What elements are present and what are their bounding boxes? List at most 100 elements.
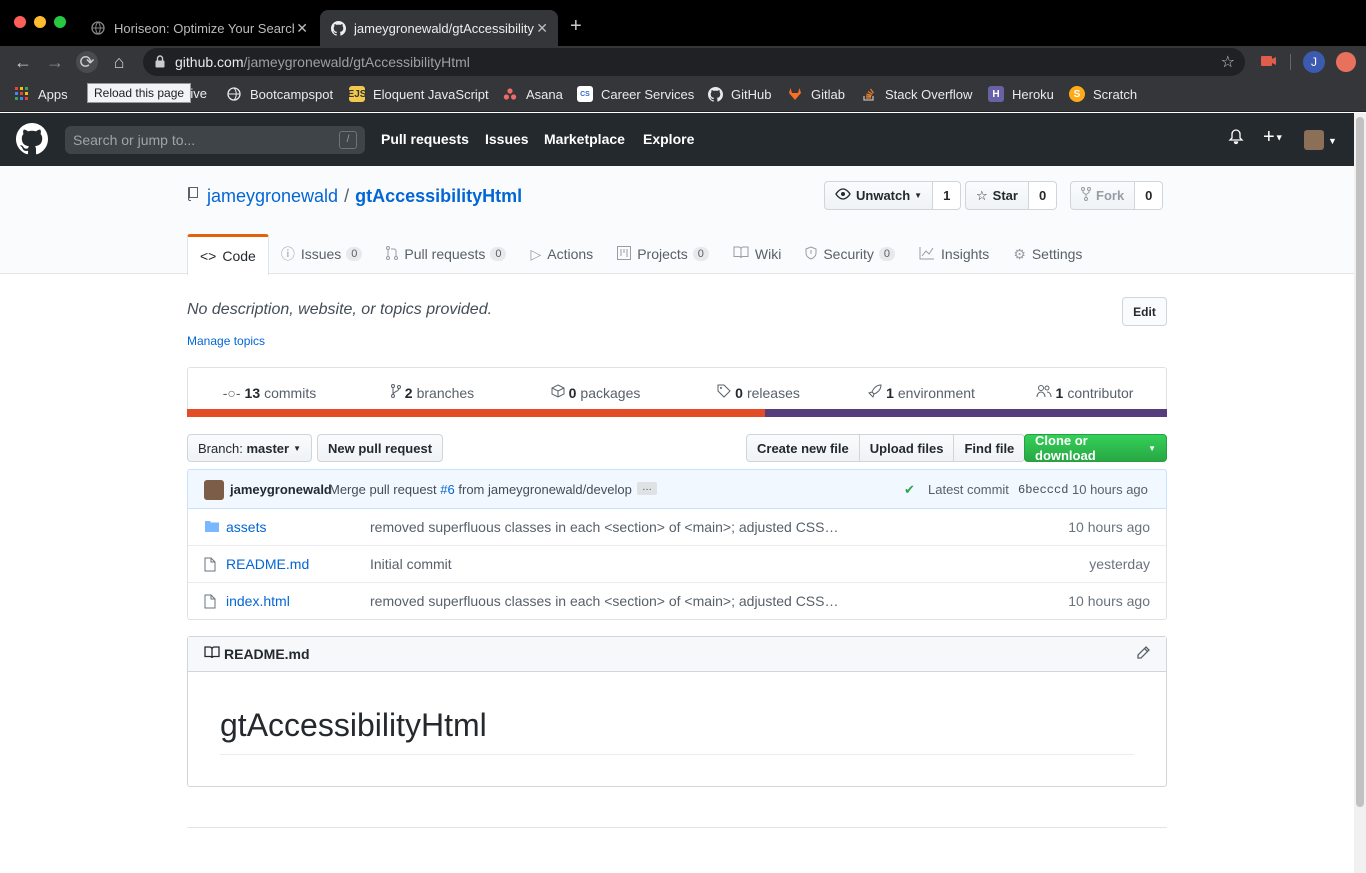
tab-actions[interactable]: ▷ Actions: [518, 234, 605, 274]
repo-owner-link[interactable]: jameygronewald: [207, 186, 338, 207]
file-name-link[interactable]: index.html: [226, 593, 290, 609]
shield-icon: [805, 245, 817, 263]
create-new-plus-icon[interactable]: +▼: [1263, 126, 1284, 149]
file-list: assets removed superfluous classes in ea…: [187, 508, 1167, 620]
table-row[interactable]: README.md Initial commit yesterday: [188, 545, 1166, 582]
update-icon[interactable]: [1336, 52, 1356, 72]
url-text: github.com/jameygronewald/gtAccessibilit…: [175, 54, 470, 70]
author-avatar[interactable]: [204, 480, 224, 500]
code-icon: <>: [200, 248, 217, 264]
close-window-button[interactable]: [14, 16, 26, 28]
commit-sha-link[interactable]: 6becccd: [1018, 483, 1068, 497]
scrollbar-thumb[interactable]: [1356, 117, 1364, 807]
minimize-window-button[interactable]: [34, 16, 46, 28]
new-pull-request-button[interactable]: New pull request: [317, 434, 444, 462]
pencil-icon[interactable]: [1136, 646, 1150, 663]
tab-settings[interactable]: ⚙ Settings: [1001, 234, 1094, 274]
manage-topics-link[interactable]: Manage topics: [187, 334, 265, 348]
slash-key-hint: /: [339, 131, 357, 149]
file-commit-message[interactable]: removed superfluous classes in each <sec…: [370, 593, 838, 609]
close-tab-icon[interactable]: ✕: [536, 20, 548, 37]
nav-marketplace[interactable]: Marketplace: [544, 131, 625, 147]
home-icon[interactable]: ⌂: [108, 51, 130, 73]
edit-description-button[interactable]: Edit: [1122, 297, 1167, 326]
fork-icon: [1081, 187, 1091, 204]
bookmark-label: Career Services: [601, 86, 695, 102]
tab-projects[interactable]: Projects 0: [605, 234, 721, 274]
bookmark-star-icon[interactable]: ☆: [1221, 52, 1235, 72]
file-commit-message[interactable]: removed superfluous classes in each <sec…: [370, 519, 838, 535]
bookmark-scratch[interactable]: S Scratch: [1069, 86, 1137, 102]
close-tab-icon[interactable]: ✕: [296, 20, 308, 37]
back-icon[interactable]: ←: [12, 51, 34, 73]
maximize-window-button[interactable]: [54, 16, 66, 28]
bookmark-eloquent-js[interactable]: EJS Eloquent JavaScript: [348, 86, 489, 102]
nav-pull-requests[interactable]: Pull requests: [381, 131, 469, 147]
expand-commit-ellipsis-button[interactable]: …: [637, 482, 657, 495]
browser-tab-horiseon[interactable]: Horiseon: Optimize Your Search ✕: [80, 10, 318, 46]
star-button[interactable]: ☆ Star: [965, 181, 1029, 210]
bookmark-label: Apps: [38, 86, 68, 102]
people-icon: [1036, 384, 1052, 401]
pr-link[interactable]: #6: [440, 482, 454, 497]
table-row[interactable]: assets removed superfluous classes in ea…: [188, 508, 1166, 545]
address-bar[interactable]: github.com/jameygronewald/gtAccessibilit…: [143, 48, 1245, 76]
upload-files-button[interactable]: Upload files: [859, 434, 955, 462]
bookmark-gitlab[interactable]: Gitlab: [787, 86, 845, 102]
branch-select-button[interactable]: Branch: master ▼: [187, 434, 312, 462]
repo-title: jameygronewald / gtAccessibilityHtml: [187, 186, 522, 207]
bookmark-apps[interactable]: Apps: [14, 86, 68, 102]
bookmark-github[interactable]: GitHub: [707, 86, 771, 102]
stackoverflow-icon: [861, 86, 877, 102]
global-search[interactable]: /: [65, 126, 365, 154]
find-file-button[interactable]: Find file: [954, 434, 1026, 462]
repo-name-link[interactable]: gtAccessibilityHtml: [355, 186, 522, 207]
file-commit-message[interactable]: Initial commit: [370, 556, 452, 572]
tab-code[interactable]: <> Code: [187, 234, 269, 275]
unwatch-button[interactable]: Unwatch ▼: [824, 181, 934, 210]
tab-security[interactable]: Security 0: [793, 234, 907, 274]
table-row[interactable]: index.html removed superfluous classes i…: [188, 582, 1166, 619]
language-bar[interactable]: [187, 409, 1167, 417]
search-input[interactable]: [65, 126, 325, 154]
latest-commit-bar: jameygronewald Merge pull request #6 fro…: [187, 469, 1167, 509]
new-tab-icon[interactable]: +: [570, 15, 582, 38]
forks-count[interactable]: 0: [1135, 181, 1164, 210]
file-name-link[interactable]: README.md: [226, 556, 309, 572]
forward-icon[interactable]: →: [44, 51, 66, 73]
nav-explore[interactable]: Explore: [643, 131, 694, 147]
tab-pull-requests[interactable]: Pull requests 0: [374, 234, 518, 274]
clone-or-download-button[interactable]: Clone or download ▼: [1024, 433, 1167, 463]
watchers-count[interactable]: 1: [933, 181, 962, 210]
notifications-bell-icon[interactable]: [1228, 129, 1244, 150]
bookmark-bootcampspot[interactable]: Bootcampspot: [226, 86, 333, 102]
bookmark-label: Heroku: [1012, 86, 1054, 102]
create-new-file-button[interactable]: Create new file: [746, 434, 860, 462]
stargazers-count[interactable]: 0: [1028, 181, 1058, 210]
folder-icon: [204, 519, 220, 536]
tab-issues[interactable]: ⓘ Issues 0: [269, 234, 375, 274]
reload-icon[interactable]: ⟳: [76, 51, 98, 73]
file-name-link[interactable]: assets: [226, 519, 266, 535]
bookmark-asana[interactable]: Asana: [502, 86, 563, 102]
tab-wiki[interactable]: Wiki: [721, 234, 793, 274]
bookmark-heroku[interactable]: H Heroku: [988, 86, 1054, 102]
user-avatar[interactable]: ▼: [1304, 130, 1337, 150]
bookmark-stack-overflow[interactable]: Stack Overflow: [861, 86, 972, 102]
commit-author-link[interactable]: jameygronewald: [230, 482, 332, 497]
readme-filename: README.md: [224, 646, 310, 662]
bookmark-career-services[interactable]: CS Career Services: [577, 86, 694, 102]
package-icon: [551, 384, 565, 401]
counter-badge: 0: [490, 247, 507, 261]
tab-insights[interactable]: Insights: [907, 234, 1001, 274]
fork-button[interactable]: Fork: [1070, 181, 1136, 210]
browser-tab-github[interactable]: jameygronewald/gtAccessibility ✕: [320, 10, 558, 46]
page-scrollbar[interactable]: [1354, 113, 1366, 873]
repo-nav: <> Code ⓘ Issues 0 Pull requests 0 ▷ Actions …: [187, 234, 1094, 275]
profile-avatar[interactable]: J: [1303, 51, 1325, 73]
nav-issues[interactable]: Issues: [485, 131, 529, 147]
bookmark-label: Stack Overflow: [885, 86, 973, 102]
github-logo-icon[interactable]: [16, 123, 49, 160]
extension-icon[interactable]: [1258, 51, 1278, 71]
commit-message: Merge pull request #6 from jameygronewal…: [329, 482, 632, 497]
